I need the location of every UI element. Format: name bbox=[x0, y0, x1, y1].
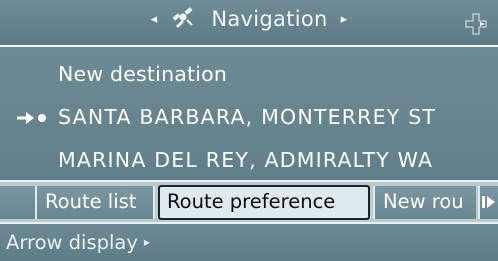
tab-bar-left-edge bbox=[0, 186, 37, 219]
header-title-group[interactable]: ◂ Navigation ▸ bbox=[0, 6, 498, 31]
destination-item[interactable]: SANTA BARBARA, MONTERREY ST bbox=[58, 105, 436, 129]
tab-bar: Route list Route preference New rou bbox=[0, 180, 498, 224]
tab-route-list[interactable]: Route list bbox=[37, 186, 155, 219]
tab-route-preference[interactable]: Route preference bbox=[158, 185, 370, 220]
destination-item[interactable]: MARINA DEL REY, ADMIRALTY WA bbox=[58, 148, 433, 172]
new-destination-item[interactable]: New destination bbox=[58, 62, 227, 86]
menu-right-arrow-icon[interactable]: ▸ bbox=[341, 12, 348, 27]
arrow-display-label: Arrow display bbox=[6, 231, 138, 254]
navigation-screen: ◂ Navigation ▸ New destination SANTA BAR… bbox=[0, 0, 498, 261]
arrow-display-item[interactable]: Arrow display ▸ bbox=[6, 231, 150, 254]
bottom-menu: Arrow display ▸ bbox=[0, 224, 498, 261]
chevron-right-icon: ▸ bbox=[143, 235, 150, 249]
menu-left-arrow-icon[interactable]: ◂ bbox=[151, 12, 158, 27]
double-chevron-right-icon[interactable] bbox=[478, 186, 498, 219]
tab-new-route[interactable]: New rou bbox=[373, 186, 476, 219]
header-bar: ◂ Navigation ▸ bbox=[0, 0, 498, 47]
current-route-arrow-icon bbox=[17, 112, 46, 124]
dpad-icon bbox=[465, 13, 487, 35]
header-title: Navigation bbox=[211, 7, 328, 31]
satellite-icon bbox=[172, 7, 194, 28]
destination-list: New destination SANTA BARBARA, MONTERREY… bbox=[0, 47, 498, 180]
